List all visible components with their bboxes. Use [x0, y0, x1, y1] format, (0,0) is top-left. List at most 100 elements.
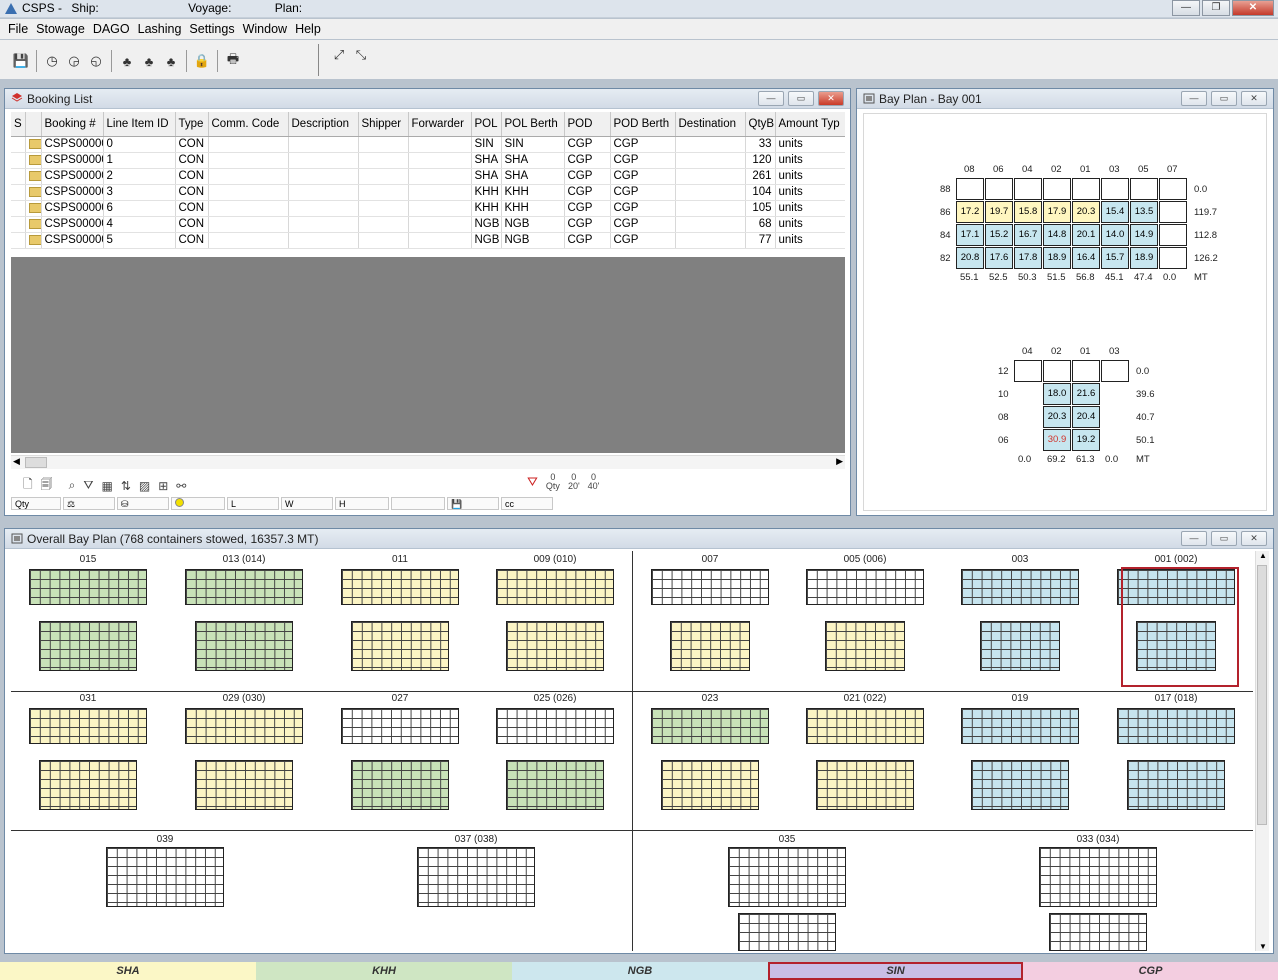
col-destination[interactable]: Destination: [675, 112, 746, 137]
bay-hold-grid[interactable]: [670, 621, 750, 671]
bay-slot[interactable]: 20.3: [1072, 201, 1100, 223]
bay-deck-grid[interactable]: [961, 708, 1079, 744]
40ft-filter[interactable]: 0 40': [588, 473, 600, 491]
bay-slot[interactable]: 20.4: [1072, 406, 1100, 428]
bay-deck-grid[interactable]: [341, 708, 459, 744]
bay-slot[interactable]: 16.4: [1072, 247, 1100, 269]
bay-deck-grid[interactable]: [341, 569, 459, 605]
close-button[interactable]: ✕: [1232, 0, 1274, 16]
bay-hold-grid[interactable]: [39, 760, 137, 810]
bay-slot[interactable]: 18.0: [1043, 383, 1071, 405]
bay-hold-grid[interactable]: [825, 621, 905, 671]
booking-close-button[interactable]: ✕: [818, 91, 844, 106]
menu-lashing[interactable]: Lashing: [138, 22, 182, 36]
bay-deck-grid[interactable]: [417, 847, 535, 907]
bay-slot[interactable]: [1130, 178, 1158, 200]
filter-icon[interactable]: ⛛: [83, 478, 93, 493]
bay-slot[interactable]: 17.6: [985, 247, 1013, 269]
new-doc-icon[interactable]: 🗋: [23, 475, 33, 496]
bay-slot[interactable]: 19.2: [1072, 429, 1100, 451]
bay-deck-grid[interactable]: [29, 708, 147, 744]
bay-slot[interactable]: [1014, 360, 1042, 382]
bay-slot[interactable]: 19.7: [985, 201, 1013, 223]
bay-hold-grid[interactable]: [816, 760, 914, 810]
col-pod[interactable]: POD: [564, 112, 611, 137]
col-pod-berth[interactable]: POD Berth: [610, 112, 676, 137]
bay-hold-grid[interactable]: [1127, 760, 1225, 810]
bay-slot[interactable]: 16.7: [1014, 224, 1042, 246]
bay-slot[interactable]: 17.1: [956, 224, 984, 246]
bay-slot[interactable]: 30.9: [1043, 429, 1071, 451]
bay-deck-grid[interactable]: [651, 569, 769, 605]
bay-hold-grid[interactable]: [738, 913, 836, 951]
col-s[interactable]: S: [11, 112, 26, 137]
bay-minimize-button[interactable]: —: [1181, 91, 1207, 106]
bay-hold-grid[interactable]: [980, 621, 1060, 671]
col-description[interactable]: Description: [288, 112, 359, 137]
tree-select-icon[interactable]: ♣: [160, 50, 182, 72]
bay-deck-grid[interactable]: [106, 847, 224, 907]
bay-slot[interactable]: [956, 178, 984, 200]
restore-button[interactable]: ❐: [1202, 0, 1230, 16]
bay-hold-grid[interactable]: [39, 621, 137, 671]
col-amount-type[interactable]: Amount Typ: [775, 112, 845, 137]
bay-deck-grid[interactable]: [185, 708, 303, 744]
bay-hold-grid[interactable]: [661, 760, 759, 810]
bay-hold-grid[interactable]: [351, 621, 449, 671]
bay-deck-grid[interactable]: [961, 569, 1079, 605]
20ft-filter[interactable]: 0 20': [568, 473, 580, 491]
bay-deck-grid[interactable]: [1039, 847, 1157, 907]
bay-slot[interactable]: 15.8: [1014, 201, 1042, 223]
overall-vscroll[interactable]: ▲ ▼: [1255, 551, 1269, 951]
bay-slot[interactable]: 17.8: [1014, 247, 1042, 269]
bay-slot[interactable]: 15.4: [1101, 201, 1129, 223]
bay-slot[interactable]: [1101, 360, 1129, 382]
sort-icon[interactable]: ⇅: [121, 479, 131, 493]
bay-slot[interactable]: [1101, 178, 1129, 200]
booking-hscroll[interactable]: ◀ ▶: [11, 455, 845, 469]
bay-slot[interactable]: [1159, 201, 1187, 223]
table-row[interactable]: CSPS00000 1 CON SHA SHA CGP CGP 120 units: [11, 152, 845, 169]
bay-slot[interactable]: 17.9: [1043, 201, 1071, 223]
col-icon[interactable]: [25, 112, 42, 137]
table-row[interactable]: CSPS00000 3 CON KHH KHH CGP CGP 104 units: [11, 184, 845, 201]
bay-slot[interactable]: 14.0: [1101, 224, 1129, 246]
menu-file[interactable]: File: [8, 22, 28, 36]
bay-hold-grid[interactable]: [195, 760, 293, 810]
bay-slot[interactable]: [1072, 178, 1100, 200]
booking-maximize-button[interactable]: ▭: [788, 91, 814, 106]
bay-slot[interactable]: 18.9: [1043, 247, 1071, 269]
bay-deck-grid[interactable]: [1117, 708, 1235, 744]
image-icon[interactable]: ▨: [139, 479, 150, 493]
bay-slot[interactable]: [1159, 178, 1187, 200]
bay-hold-grid[interactable]: [195, 621, 293, 671]
col-forwarder[interactable]: Forwarder: [408, 112, 472, 137]
bay-slot[interactable]: [1159, 247, 1187, 269]
overall-minimize-button[interactable]: —: [1181, 531, 1207, 546]
crane-left-icon[interactable]: ⤢: [328, 44, 350, 66]
bay-deck-grid[interactable]: [651, 708, 769, 744]
clock-reset-icon[interactable]: ◵: [85, 50, 107, 72]
bay-deck-grid[interactable]: [806, 569, 924, 605]
bay-deck-grid[interactable]: [185, 569, 303, 605]
bay-hold-grid[interactable]: [351, 760, 449, 810]
bay-deck-grid[interactable]: [728, 847, 846, 907]
col-booking[interactable]: Booking #: [41, 112, 104, 137]
bay-slot[interactable]: 15.2: [985, 224, 1013, 246]
col-type[interactable]: Type: [175, 112, 209, 137]
bay-slot[interactable]: 14.9: [1130, 224, 1158, 246]
menu-settings[interactable]: Settings: [189, 22, 234, 36]
col-shipper[interactable]: Shipper: [358, 112, 409, 137]
bay-maximize-button[interactable]: ▭: [1211, 91, 1237, 106]
col-pol[interactable]: POL: [471, 112, 502, 137]
compare-icon[interactable]: ⊞: [158, 479, 168, 493]
binoculars-icon[interactable]: ⚯: [176, 479, 186, 493]
table-row[interactable]: CSPS00000 4 CON NGB NGB CGP CGP 68 units: [11, 216, 845, 233]
bay-slot[interactable]: 21.6: [1072, 383, 1100, 405]
booking-minimize-button[interactable]: —: [758, 91, 784, 106]
bay-slot[interactable]: 14.8: [1043, 224, 1071, 246]
save-icon[interactable]: 💾: [10, 50, 32, 72]
grid-edit-icon[interactable]: ▦: [101, 479, 112, 493]
tree-icon[interactable]: ♣: [116, 50, 138, 72]
col-qty[interactable]: QtyB: [745, 112, 776, 137]
